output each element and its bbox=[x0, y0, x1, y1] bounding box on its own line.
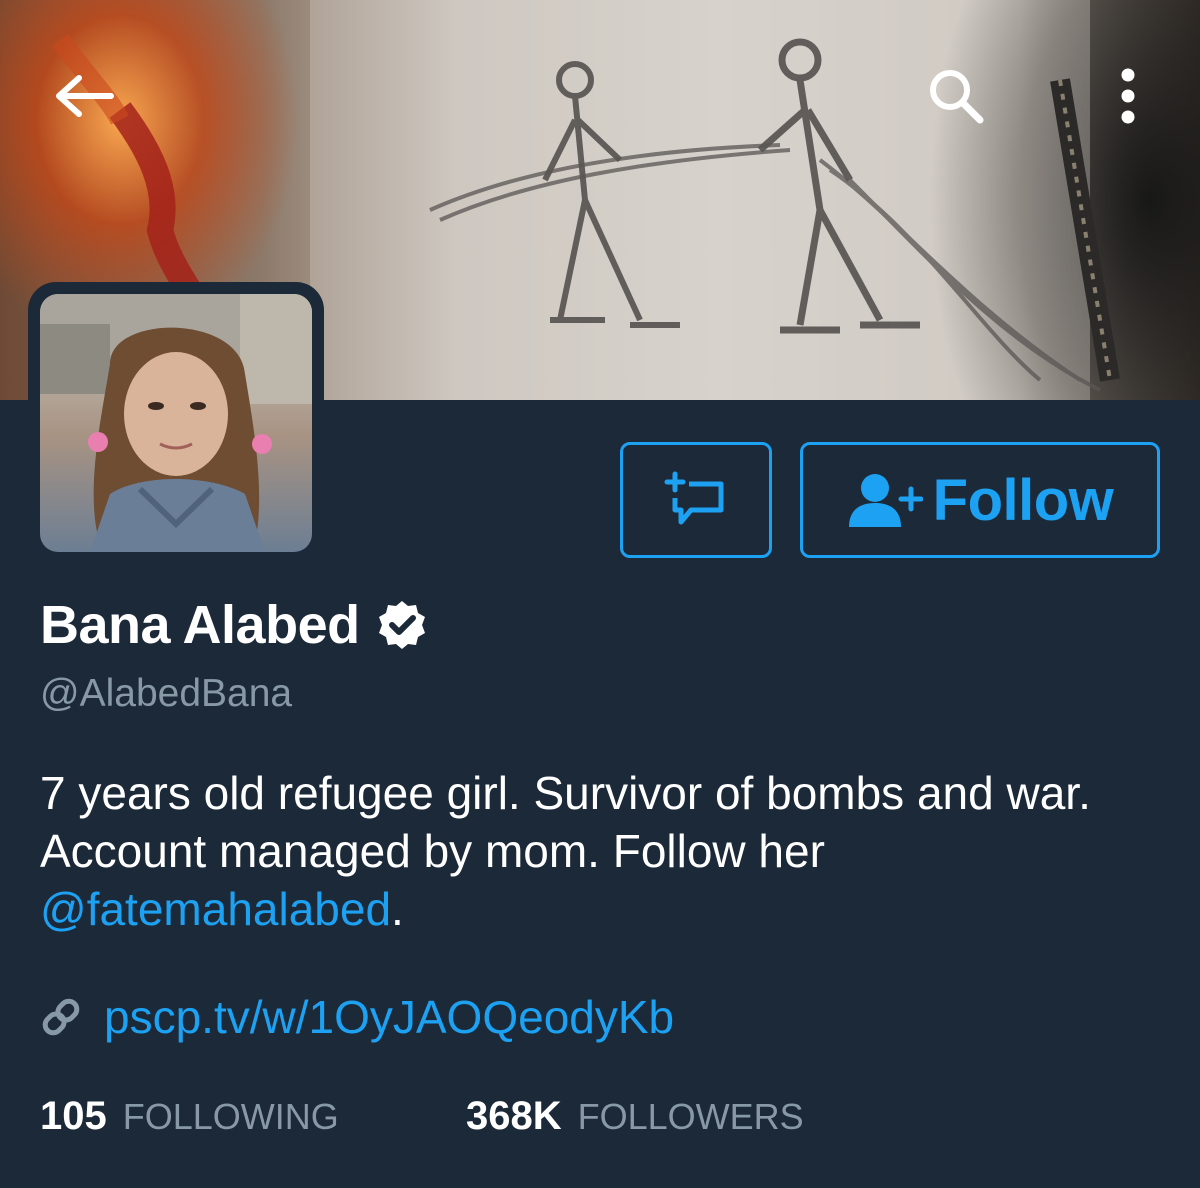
tweet-to-icon bbox=[664, 471, 724, 525]
display-name: Bana Alabed bbox=[40, 595, 360, 655]
followers-label: FOLLOWERS bbox=[577, 1096, 804, 1137]
follow-label: Follow bbox=[932, 467, 1114, 533]
back-button[interactable] bbox=[44, 60, 124, 132]
search-button[interactable] bbox=[916, 60, 996, 132]
verified-badge-icon bbox=[378, 601, 425, 649]
link-icon bbox=[42, 998, 80, 1036]
profile-bio: 7 years old refugee girl. Survivor of bo… bbox=[40, 764, 1160, 938]
tweet-to-button[interactable] bbox=[620, 442, 772, 558]
more-vertical-icon bbox=[1121, 68, 1135, 124]
bio-end: . bbox=[391, 883, 404, 935]
user-handle: @AlabedBana bbox=[40, 672, 293, 715]
following-stat[interactable]: 105 FOLLOWING bbox=[40, 1094, 339, 1139]
name-row: Bana Alabed bbox=[40, 592, 428, 658]
profile-link[interactable]: pscp.tv/w/1OyJAOQeodyKb bbox=[104, 990, 674, 1044]
more-options-button[interactable] bbox=[1100, 60, 1156, 132]
avatar[interactable] bbox=[28, 282, 324, 564]
avatar-image bbox=[40, 294, 312, 552]
bio-mention-link[interactable]: @fatemahalabed bbox=[40, 883, 391, 935]
add-user-icon bbox=[848, 474, 923, 527]
follow-button[interactable]: Follow bbox=[800, 442, 1160, 558]
following-label: FOLLOWING bbox=[122, 1096, 339, 1137]
avatar-photo bbox=[40, 294, 312, 552]
followers-count: 368K bbox=[466, 1094, 562, 1138]
profile-link-row: pscp.tv/w/1OyJAOQeodyKb bbox=[40, 990, 674, 1044]
followers-stat[interactable]: 368K FOLLOWERS bbox=[466, 1094, 804, 1139]
following-count: 105 bbox=[40, 1094, 107, 1138]
search-icon bbox=[930, 70, 984, 124]
arrow-left-icon bbox=[56, 75, 114, 117]
bio-text: 7 years old refugee girl. Survivor of bo… bbox=[40, 767, 1091, 877]
